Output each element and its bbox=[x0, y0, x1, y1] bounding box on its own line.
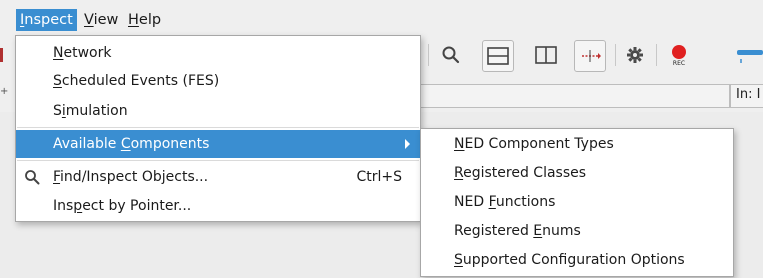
menu-item-find-inspect-objects[interactable]: Find/Inspect Objects... Ctrl+S bbox=[16, 163, 420, 191]
submenu-item-label: NED Component Types bbox=[454, 136, 614, 152]
inspect-menu: Network Scheduled Events (FES) Simulatio… bbox=[15, 35, 421, 222]
menu-inspect-rest: nspect bbox=[24, 12, 73, 28]
menu-item-label: Simulation bbox=[53, 103, 128, 119]
speed-slider[interactable] bbox=[735, 40, 763, 70]
arrows-icon bbox=[582, 50, 601, 62]
search-icon bbox=[442, 46, 460, 64]
record-button[interactable]: REC bbox=[664, 40, 694, 70]
toolbar-edge-button bbox=[0, 48, 3, 62]
menu-view-rest: iew bbox=[93, 12, 119, 28]
settings-button[interactable] bbox=[620, 40, 650, 70]
submenu-item-label: Supported Configuration Options bbox=[454, 252, 685, 268]
submenu-item-registered-classes[interactable]: Registered Classes bbox=[421, 159, 733, 188]
menu-item-label: Find/Inspect Objects... bbox=[53, 169, 209, 185]
menu-item-available-components[interactable]: Available Components bbox=[16, 130, 420, 158]
menu-item-label: Network bbox=[53, 45, 112, 61]
slider-icon bbox=[737, 50, 763, 63]
split-vertical-button[interactable] bbox=[531, 40, 561, 70]
submenu-item-label: Registered Enums bbox=[454, 223, 581, 239]
split-horizontal-button[interactable] bbox=[482, 40, 514, 72]
menu-item-simulation[interactable]: Simulation bbox=[16, 97, 420, 125]
menu-item-label: Available Components bbox=[53, 136, 210, 152]
submenu-item-ned-functions[interactable]: NED Functions bbox=[421, 188, 733, 217]
status-field bbox=[418, 84, 730, 108]
menu-item-scheduled-events[interactable]: Scheduled Events (FES) bbox=[16, 67, 420, 95]
submenu-arrow-icon bbox=[405, 139, 410, 149]
menu-separator bbox=[17, 127, 419, 128]
record-label: REC bbox=[673, 60, 685, 67]
menu-item-network[interactable]: Network bbox=[16, 39, 420, 67]
menu-item-inspect-by-pointer[interactable]: Inspect by Pointer... bbox=[16, 192, 420, 220]
menu-separator bbox=[17, 160, 419, 161]
menu-bar: Inspect View Help bbox=[0, 0, 763, 34]
menu-item-label: Inspect by Pointer... bbox=[53, 198, 192, 214]
menu-help-mnemonic: H bbox=[128, 12, 139, 28]
menu-item-label: Scheduled Events (FES) bbox=[53, 73, 220, 89]
split-vertical-icon bbox=[535, 46, 557, 64]
submenu-item-label: NED Functions bbox=[454, 194, 556, 210]
submenu-item-ned-component-types[interactable]: NED Component Types bbox=[421, 130, 733, 159]
submenu-item-supported-config-options[interactable]: Supported Configuration Options bbox=[421, 246, 733, 275]
gear-icon bbox=[627, 47, 643, 63]
toolbar-separator bbox=[656, 44, 657, 66]
split-horizontal-icon bbox=[487, 47, 509, 65]
menu-view[interactable]: View bbox=[80, 9, 122, 31]
record-icon: REC bbox=[672, 45, 686, 67]
search-icon bbox=[25, 170, 40, 185]
submenu-item-label: Registered Classes bbox=[454, 165, 587, 181]
status-edge-glyph: + bbox=[0, 86, 9, 97]
menu-help[interactable]: Help bbox=[124, 9, 165, 31]
menu-help-rest: elp bbox=[138, 12, 162, 28]
menu-view-mnemonic: V bbox=[84, 12, 94, 28]
components-submenu: NED Component Types Registered Classes N… bbox=[420, 128, 734, 277]
toolbar-separator bbox=[428, 44, 429, 66]
status-in-label: In: I bbox=[736, 87, 761, 102]
submenu-item-registered-enums[interactable]: Registered Enums bbox=[421, 217, 733, 246]
arrows-toggle-button[interactable] bbox=[574, 40, 606, 72]
toolbar-separator bbox=[615, 44, 616, 66]
menu-inspect[interactable]: Inspect bbox=[16, 9, 77, 31]
find-toolbar-button[interactable] bbox=[436, 40, 466, 70]
menu-item-shortcut: Ctrl+S bbox=[356, 169, 402, 185]
